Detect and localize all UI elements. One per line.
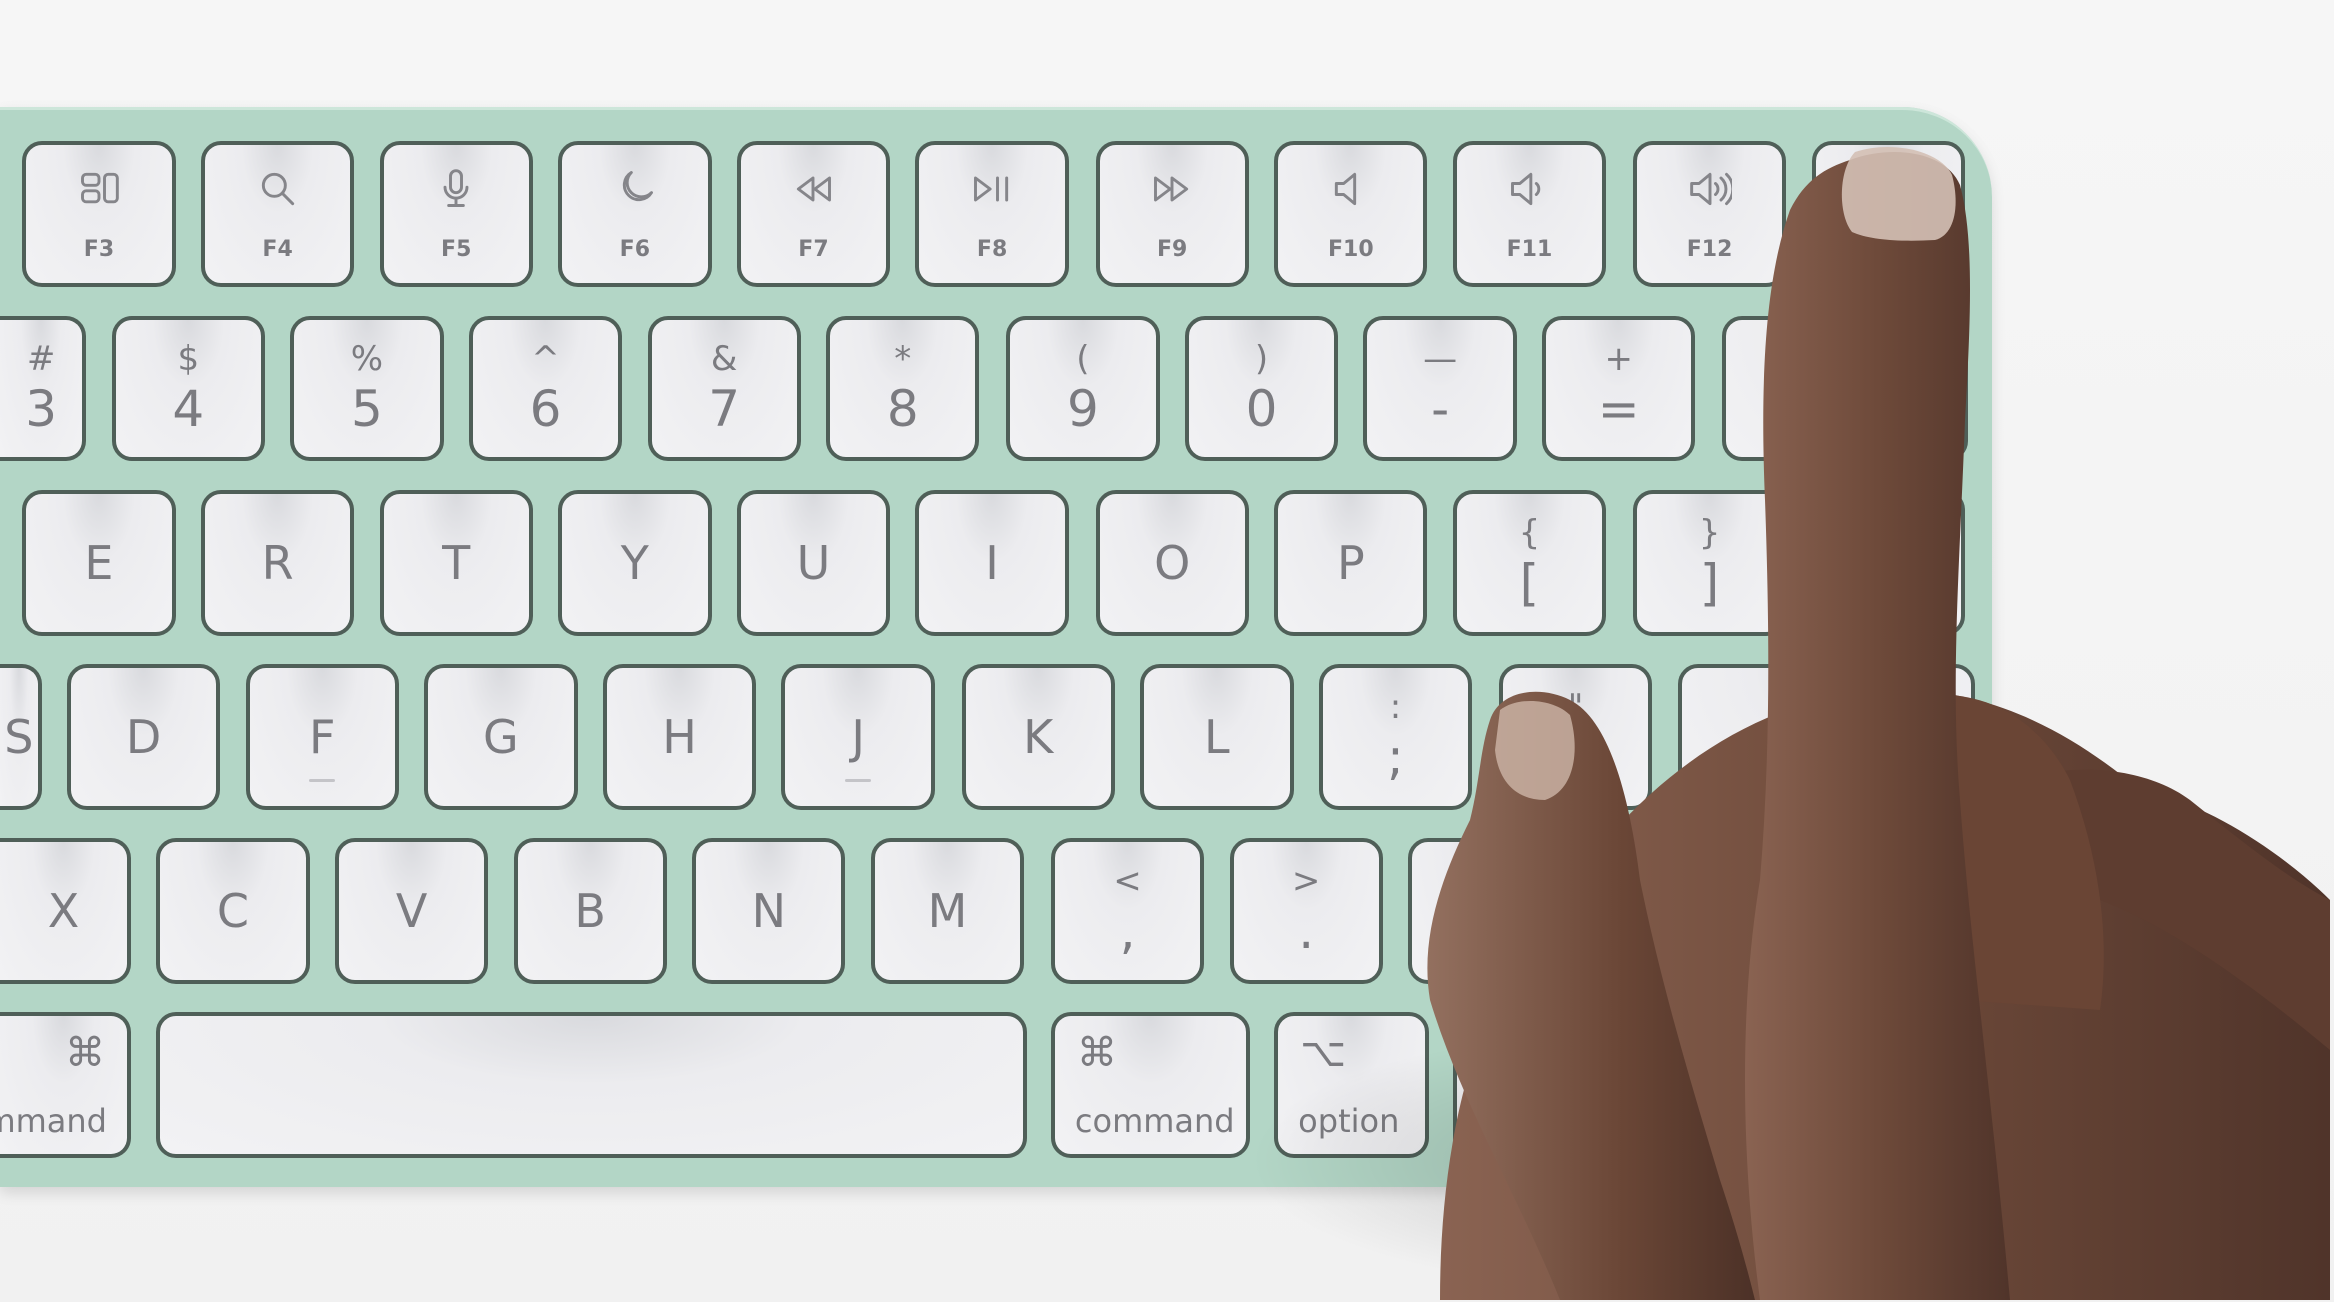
hand	[1250, 146, 2330, 1300]
index-fingernail	[1841, 146, 1956, 241]
